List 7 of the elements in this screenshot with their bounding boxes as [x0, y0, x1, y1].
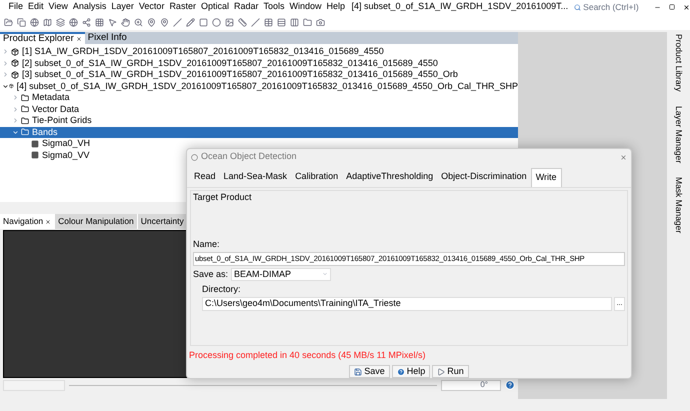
window-title: [4] subset_0_of_S1A_IW_GRDH_1SDV_20161009T... — [352, 0, 568, 14]
save-as-label: Save as: — [193, 268, 228, 280]
name-label: Name: — [193, 238, 221, 251]
status-message: Processing completed in 40 seconds (45 MB/s 11 MPixel/s) — [188, 348, 426, 362]
dialog-title: Ocean Object Detection — [201, 150, 297, 164]
section-title: Target Product — [193, 190, 253, 204]
directory-label: Directory: — [202, 283, 242, 296]
